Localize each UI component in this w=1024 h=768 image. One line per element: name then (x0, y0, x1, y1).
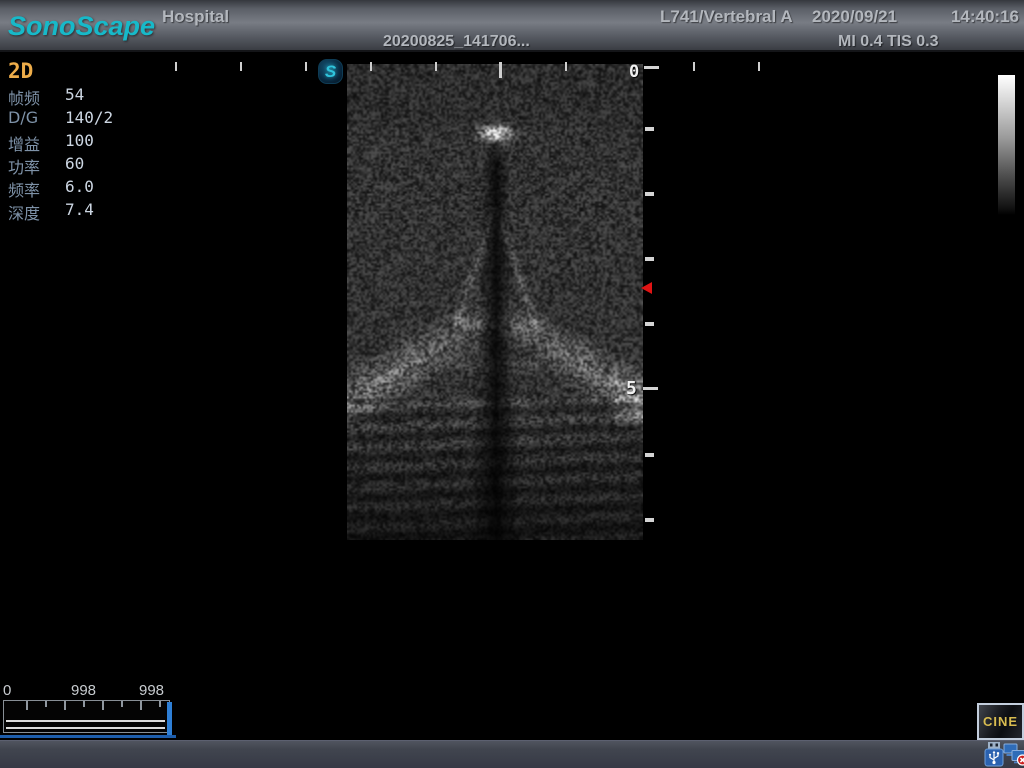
cine-ruler-tick (64, 701, 66, 710)
cine-ruler-tick (102, 701, 104, 710)
ultrasound-image (347, 64, 643, 540)
param-row-depth: 深度 7.4 (8, 200, 113, 223)
param-label: D/G (8, 108, 65, 131)
ruler-tick (435, 62, 437, 71)
ruler-tick (370, 62, 372, 71)
ruler-tick (175, 62, 177, 71)
ruler-tick (240, 62, 242, 71)
cine-current-frame: 998 (71, 682, 96, 699)
param-label: 功率 (8, 154, 65, 177)
probe-preset-label: L741/Vertebral A (660, 7, 793, 27)
cine-start-frame: 0 (3, 682, 11, 699)
depth-tick-minor (645, 127, 654, 131)
cine-position-marker[interactable] (167, 702, 172, 738)
cine-ruler-tick (45, 701, 47, 707)
hospital-name: Hospital (162, 7, 229, 27)
depth-ruler-zero: 0 (629, 62, 639, 82)
depth-tick-minor (645, 518, 654, 522)
cine-track (6, 720, 165, 729)
cine-ruler-tick (83, 701, 85, 707)
param-value: 54 (65, 85, 84, 108)
param-value: 6.0 (65, 177, 94, 200)
taskbar (0, 740, 1024, 768)
file-name: 20200825_141706... (383, 33, 530, 51)
cine-ruler-tick (26, 701, 28, 710)
param-value: 7.4 (65, 200, 94, 223)
param-label: 帧频 (8, 85, 65, 108)
mi-tis-readout: MI 0.4 TIS 0.3 (838, 33, 938, 51)
probe-marker-icon: S (318, 59, 343, 84)
param-value: 60 (65, 154, 84, 177)
exam-time: 14:40:16 (951, 7, 1019, 27)
grayscale-bar (998, 75, 1015, 215)
cine-button[interactable]: CINE (977, 703, 1024, 740)
param-label: 增益 (8, 131, 65, 154)
ultrasound-screen: SonoScape Hospital L741/Vertebral A 2020… (0, 0, 1024, 768)
exam-date: 2020/09/21 (812, 7, 897, 27)
depth-tick-minor (645, 192, 654, 196)
parameter-panel: 帧频 54 D/G 140/2 增益 100 功率 60 频率 6.0 深度 7… (8, 85, 113, 223)
param-label: 频率 (8, 177, 65, 200)
depth-tick-minor (645, 257, 654, 261)
param-row-gain: 增益 100 (8, 131, 113, 154)
header-bar: SonoScape Hospital L741/Vertebral A 2020… (0, 0, 1024, 52)
param-label: 深度 (8, 200, 65, 223)
ruler-tick (305, 62, 307, 71)
ruler-tick (758, 62, 760, 71)
cine-total-frames: 998 (139, 682, 164, 699)
depth-ruler-five: 5 (626, 378, 637, 399)
ruler-tick (565, 62, 567, 71)
usb-icon[interactable] (983, 741, 1005, 768)
cine-underline (0, 735, 176, 738)
cine-ruler-tick (140, 701, 142, 710)
depth-tick-major (644, 66, 659, 69)
param-row-dg: D/G 140/2 (8, 108, 113, 131)
network-disconnected-icon[interactable] (1003, 742, 1024, 768)
param-row-power: 功率 60 (8, 154, 113, 177)
focus-marker-icon (641, 282, 652, 294)
depth-tick-major (643, 387, 658, 390)
cine-ruler-tick (121, 701, 123, 707)
depth-tick-minor (645, 322, 654, 326)
ruler-tick (693, 62, 695, 71)
ruler-center-tick (499, 62, 502, 78)
param-row-frame-rate: 帧频 54 (8, 85, 113, 108)
depth-tick-minor (645, 453, 654, 457)
cine-scrollbar[interactable] (3, 700, 170, 733)
cine-ruler-tick (159, 701, 161, 707)
param-value: 140/2 (65, 108, 113, 131)
sonoscape-logo: SonoScape (8, 11, 155, 42)
param-row-frequency: 频率 6.0 (8, 177, 113, 200)
mode-label: 2D (8, 59, 33, 83)
param-value: 100 (65, 131, 94, 154)
